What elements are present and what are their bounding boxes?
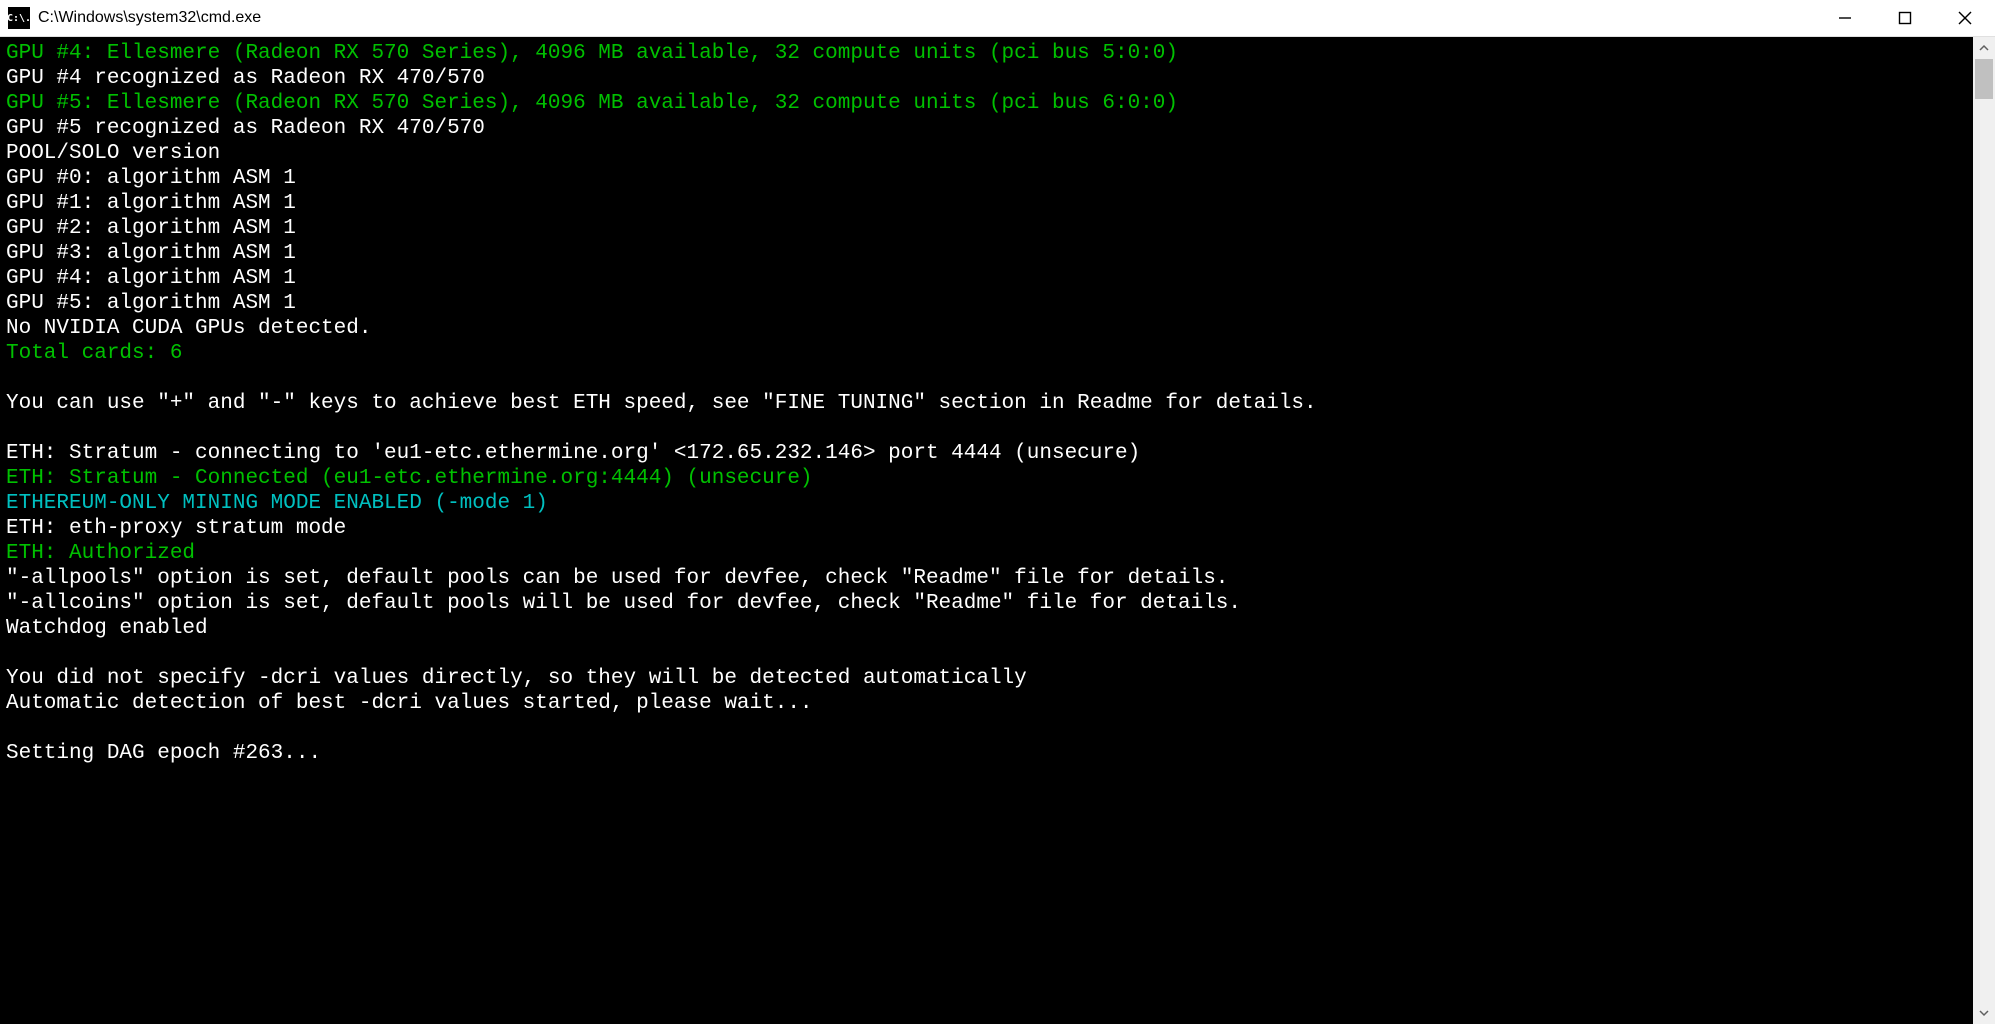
terminal-line: ETHEREUM-ONLY MINING MODE ENABLED (-mode…: [6, 491, 1967, 516]
scroll-thumb[interactable]: [1975, 59, 1993, 99]
maximize-button[interactable]: [1875, 0, 1935, 36]
scroll-up-button[interactable]: [1973, 37, 1995, 59]
maximize-icon: [1898, 11, 1912, 25]
terminal-line: Total cards: 6: [6, 341, 1967, 366]
terminal-line: GPU #5 recognized as Radeon RX 470/570: [6, 116, 1967, 141]
terminal-line: GPU #4 recognized as Radeon RX 470/570: [6, 66, 1967, 91]
terminal-line: POOL/SOLO version: [6, 141, 1967, 166]
terminal-line: ETH: Authorized: [6, 541, 1967, 566]
terminal-line: "-allcoins" option is set, default pools…: [6, 591, 1967, 616]
window-controls: [1815, 0, 1995, 36]
terminal-line: GPU #1: algorithm ASM 1: [6, 191, 1967, 216]
terminal-line: ETH: Stratum - connecting to 'eu1-etc.et…: [6, 441, 1967, 466]
terminal-wrapper: GPU #4: Ellesmere (Radeon RX 570 Series)…: [0, 37, 1995, 1024]
chevron-up-icon: [1979, 43, 1989, 53]
terminal-line: [6, 366, 1967, 391]
terminal-line: GPU #4: Ellesmere (Radeon RX 570 Series)…: [6, 41, 1967, 66]
vertical-scrollbar[interactable]: [1973, 37, 1995, 1024]
terminal-line: No NVIDIA CUDA GPUs detected.: [6, 316, 1967, 341]
terminal-output[interactable]: GPU #4: Ellesmere (Radeon RX 570 Series)…: [0, 37, 1973, 1024]
terminal-line: GPU #5: Ellesmere (Radeon RX 570 Series)…: [6, 91, 1967, 116]
window-title: C:\Windows\system32\cmd.exe: [38, 9, 1815, 27]
terminal-line: [6, 416, 1967, 441]
terminal-line: You can use "+" and "-" keys to achieve …: [6, 391, 1967, 416]
minimize-icon: [1838, 11, 1852, 25]
terminal-line: [6, 716, 1967, 741]
terminal-line: ETH: eth-proxy stratum mode: [6, 516, 1967, 541]
close-button[interactable]: [1935, 0, 1995, 36]
terminal-line: GPU #3: algorithm ASM 1: [6, 241, 1967, 266]
close-icon: [1958, 11, 1972, 25]
terminal-line: GPU #0: algorithm ASM 1: [6, 166, 1967, 191]
cmd-icon: C:\.: [8, 7, 30, 29]
terminal-line: You did not specify -dcri values directl…: [6, 666, 1967, 691]
terminal-line: ETH: Stratum - Connected (eu1-etc.etherm…: [6, 466, 1967, 491]
terminal-line: Setting DAG epoch #263...: [6, 741, 1967, 766]
terminal-line: GPU #4: algorithm ASM 1: [6, 266, 1967, 291]
chevron-down-icon: [1979, 1008, 1989, 1018]
terminal-line: Watchdog enabled: [6, 616, 1967, 641]
terminal-line: GPU #2: algorithm ASM 1: [6, 216, 1967, 241]
scroll-track[interactable]: [1973, 59, 1995, 1002]
terminal-line: "-allpools" option is set, default pools…: [6, 566, 1967, 591]
window-titlebar: C:\. C:\Windows\system32\cmd.exe: [0, 0, 1995, 37]
minimize-button[interactable]: [1815, 0, 1875, 36]
terminal-line: Automatic detection of best -dcri values…: [6, 691, 1967, 716]
terminal-line: GPU #5: algorithm ASM 1: [6, 291, 1967, 316]
scroll-down-button[interactable]: [1973, 1002, 1995, 1024]
terminal-line: [6, 641, 1967, 666]
